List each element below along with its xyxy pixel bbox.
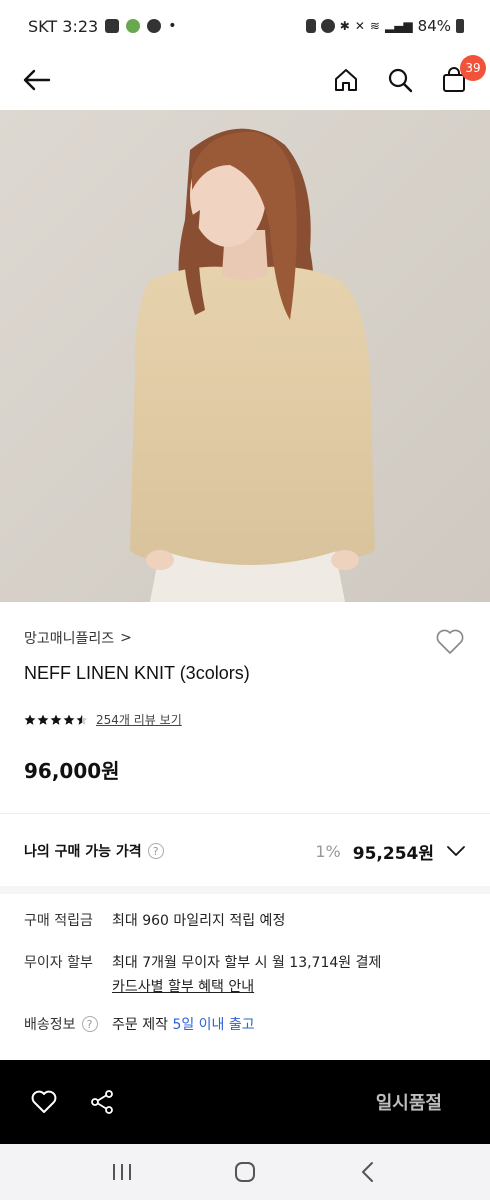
mute-icon: ✕ — [354, 19, 365, 33]
share-button[interactable] — [86, 1086, 118, 1118]
bluetooth-icon: ✱ — [339, 19, 350, 33]
rating-stars — [24, 714, 88, 726]
my-purchase-price: 95,254원 — [352, 843, 434, 864]
notification-dot: • — [168, 18, 177, 34]
wishlist-action-button[interactable] — [28, 1086, 60, 1118]
model-photo — [0, 110, 490, 602]
search-button[interactable] — [384, 64, 416, 96]
alarm-icon — [320, 19, 335, 33]
brand-name: 망고매니플리즈 — [24, 631, 115, 647]
star-icon — [24, 714, 36, 725]
installment-label: 무이자 할부 — [24, 955, 93, 971]
gallery-icon — [105, 19, 120, 33]
heart-icon — [436, 629, 464, 654]
shipping-value: 주문 제작 5일 이내 출고 — [112, 1014, 255, 1034]
installment-value: 최대 7개월 무이자 할부 시 월 13,714원 결제 — [112, 955, 382, 971]
product-price: 96,000원 — [24, 759, 120, 783]
star-icon — [50, 714, 62, 725]
brand-link[interactable]: 망고매니플리즈 > — [24, 628, 132, 648]
battery-percent: 84% — [417, 17, 451, 35]
star-icon — [63, 714, 75, 725]
purchase-price-toggle[interactable]: 1% 95,254원 — [315, 839, 466, 864]
star-icon — [76, 714, 88, 725]
system-navigation-bar — [0, 1144, 490, 1200]
points-row: 구매 적립금 최대 960 마일리지 적립 예정 — [24, 910, 466, 930]
shipping-row: 배송정보 ? 주문 제작 5일 이내 출고 — [24, 1014, 466, 1034]
signal-icon: ▂▄▆ — [384, 19, 413, 33]
wifi-icon: ≋ — [369, 19, 380, 33]
bottom-action-bar: 일시품절 — [0, 1060, 490, 1144]
app-icon — [126, 19, 141, 33]
points-label: 구매 적립금 — [24, 913, 93, 929]
help-icon[interactable]: ? — [81, 1016, 98, 1032]
chevron-left-icon — [362, 1162, 374, 1182]
my-purchase-price-label: 나의 구매 가능 가격 — [24, 844, 142, 860]
cart-count-badge: 39 — [460, 55, 486, 81]
section-divider — [0, 886, 490, 894]
shipping-label: 배송정보 — [24, 1017, 76, 1033]
installment-benefit-link[interactable]: 카드사별 할부 혜택 안내 — [112, 976, 381, 996]
shipping-value-highlight: 5일 이내 출고 — [172, 1017, 255, 1033]
rating-row: 254개 리뷰 보기 — [24, 711, 182, 728]
heart-icon — [31, 1090, 57, 1113]
installment-values: 최대 7개월 무이자 할부 시 월 13,714원 결제 카드사별 할부 혜택 … — [112, 952, 381, 996]
wishlist-button[interactable] — [434, 626, 466, 658]
search-icon — [388, 68, 413, 93]
top-navigation: 39 — [0, 52, 490, 108]
battery-icon — [456, 19, 464, 33]
cart-button[interactable]: 39 — [438, 55, 486, 96]
status-bar: SKT 3:23 • ✱ ✕ ≋ ▂▄▆ 84% — [0, 0, 490, 52]
carrier-time: SKT 3:23 — [28, 16, 99, 36]
points-value: 최대 960 마일리지 적립 예정 — [112, 913, 286, 929]
recent-apps-button[interactable] — [102, 1152, 142, 1192]
shipping-value-prefix: 주문 제작 — [112, 1017, 168, 1033]
chevron-right-icon: > — [120, 630, 132, 646]
back-button[interactable] — [20, 64, 52, 96]
recent-apps-icon — [112, 1164, 131, 1180]
shipping-label-wrap: 배송정보 ? — [24, 1014, 112, 1034]
home-system-button[interactable] — [225, 1152, 265, 1192]
installment-row: 무이자 할부 최대 7개월 무이자 할부 시 월 13,714원 결제 카드사별… — [24, 952, 466, 996]
my-purchase-price-row[interactable]: 나의 구매 가능 가격 ? 1% 95,254원 — [24, 836, 466, 866]
status-right: ✱ ✕ ≋ ▂▄▆ 84% — [305, 17, 464, 35]
product-name: NEFF LINEN KNIT (3colors) — [24, 663, 250, 683]
star-icon — [37, 714, 49, 725]
soldout-button[interactable]: 일시품절 — [376, 1089, 442, 1115]
home-circle-icon — [234, 1162, 255, 1182]
back-system-button[interactable] — [348, 1152, 388, 1192]
status-left: SKT 3:23 • — [28, 17, 176, 36]
divider — [0, 813, 490, 814]
share-icon — [91, 1090, 113, 1114]
help-icon[interactable]: ? — [147, 843, 164, 859]
clipboard-icon — [305, 19, 316, 33]
talk-icon — [147, 19, 162, 33]
top-nav-actions: 39 — [330, 55, 486, 96]
chevron-down-icon — [447, 846, 465, 856]
discount-rate: 1% — [315, 841, 341, 861]
product-image[interactable] — [0, 110, 490, 602]
home-button[interactable] — [330, 64, 362, 96]
review-link[interactable]: 254개 리뷰 보기 — [96, 711, 182, 728]
home-icon — [335, 69, 357, 91]
arrow-left-icon — [23, 69, 51, 91]
